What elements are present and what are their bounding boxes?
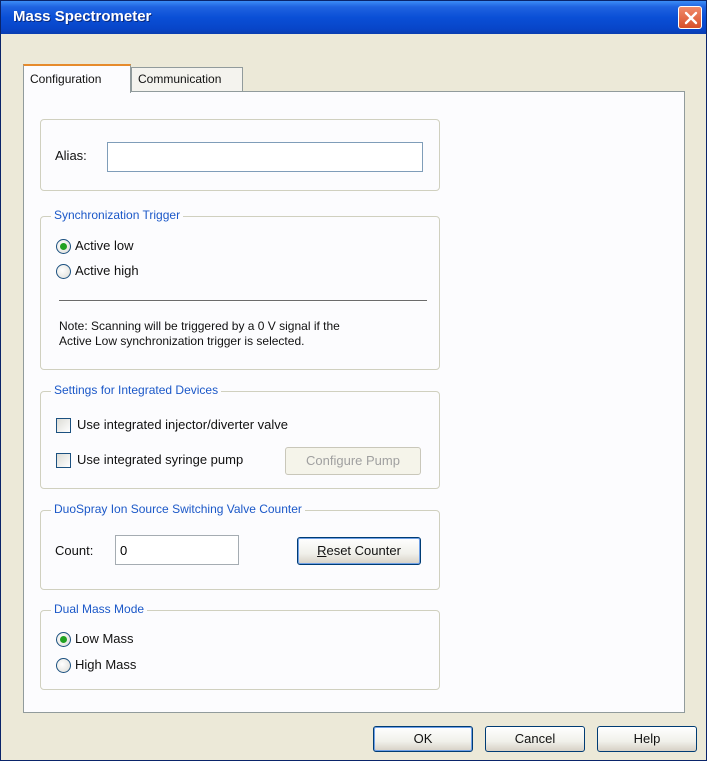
- ok-button[interactable]: OK: [373, 726, 473, 752]
- dual-mass-title: Dual Mass Mode: [51, 602, 148, 616]
- reset-counter-label: Reset Counter: [317, 543, 401, 558]
- alias-input[interactable]: [107, 142, 423, 172]
- sync-note-line1: Note: Scanning will be triggered by a 0 …: [59, 319, 340, 333]
- high-mass-radio[interactable]: [56, 658, 71, 673]
- sync-note-line2: Active Low synchronization trigger is se…: [59, 334, 305, 348]
- close-icon: [684, 11, 698, 25]
- cancel-button[interactable]: Cancel: [485, 726, 585, 752]
- count-field[interactable]: [115, 535, 239, 565]
- count-label: Count:: [55, 543, 94, 558]
- alias-group: Alias:: [40, 119, 440, 191]
- low-mass-label[interactable]: Low Mass: [75, 631, 134, 646]
- dual-mass-group: Dual Mass Mode Low Mass High Mass: [40, 602, 440, 690]
- integrated-devices-title: Settings for Integrated Devices: [51, 383, 222, 397]
- integrated-pump-label[interactable]: Use integrated syringe pump: [77, 452, 243, 467]
- title-bar[interactable]: Mass Spectrometer: [1, 1, 706, 34]
- sync-separator: [59, 300, 427, 302]
- configuration-panel: Alias: Synchronization Trigger Active lo…: [23, 91, 685, 713]
- tab-communication[interactable]: Communication: [131, 67, 243, 91]
- reset-counter-button[interactable]: Reset Counter: [297, 537, 421, 565]
- integrated-pump-checkbox[interactable]: [56, 453, 71, 468]
- integrated-valve-checkbox[interactable]: [56, 418, 71, 433]
- configure-pump-button[interactable]: Configure Pump: [285, 447, 421, 475]
- active-high-label[interactable]: Active high: [75, 263, 139, 278]
- tab-configuration[interactable]: Configuration: [23, 64, 131, 93]
- mass-spectrometer-dialog: Mass Spectrometer Configuration Communic…: [0, 0, 707, 761]
- active-high-radio[interactable]: [56, 264, 71, 279]
- active-low-label[interactable]: Active low: [75, 238, 134, 253]
- valve-counter-title: DuoSpray Ion Source Switching Valve Coun…: [51, 502, 305, 516]
- sync-trigger-group: Synchronization Trigger Active low Activ…: [40, 208, 440, 370]
- high-mass-label[interactable]: High Mass: [75, 657, 136, 672]
- window-title: Mass Spectrometer: [13, 8, 152, 25]
- integrated-devices-group: Settings for Integrated Devices Use inte…: [40, 383, 440, 489]
- low-mass-radio[interactable]: [56, 632, 71, 647]
- tab-communication-label: Communication: [138, 72, 222, 86]
- sync-trigger-title: Synchronization Trigger: [51, 208, 184, 222]
- tab-configuration-label: Configuration: [30, 72, 102, 86]
- tab-strip: Configuration Communication: [23, 64, 683, 93]
- alias-label: Alias:: [55, 148, 87, 163]
- integrated-valve-label[interactable]: Use integrated injector/diverter valve: [77, 417, 288, 432]
- close-button[interactable]: [678, 6, 702, 29]
- valve-counter-group: DuoSpray Ion Source Switching Valve Coun…: [40, 502, 440, 590]
- active-low-radio[interactable]: [56, 239, 71, 254]
- help-button[interactable]: Help: [597, 726, 697, 752]
